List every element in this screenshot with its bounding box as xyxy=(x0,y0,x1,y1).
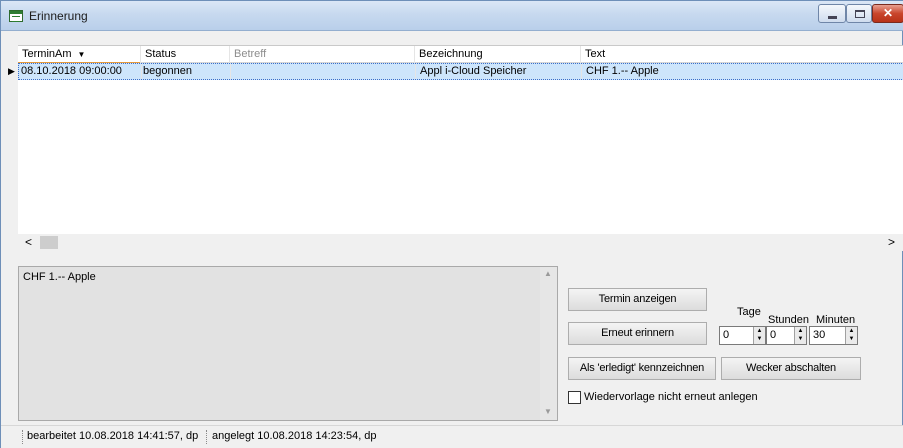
mark-done-button[interactable]: Als 'erledigt' kennzeichnen xyxy=(568,357,716,380)
status-created: angelegt 10.08.2018 14:23:54, dp xyxy=(212,430,377,442)
grid-app-icon xyxy=(9,10,23,22)
cell-text: CHF 1.-- Apple xyxy=(586,65,659,77)
maximize-icon xyxy=(855,10,865,18)
hours-stepper-buttons[interactable]: ▲ ▼ xyxy=(794,327,806,344)
table-header: TerminAm ▼ Status Betreff Bezeichnung Tex… xyxy=(18,46,903,64)
column-header-bezeichnung[interactable]: Bezeichnung xyxy=(415,46,581,63)
window-title: Erinnerung xyxy=(29,9,88,23)
vertical-scrollbar[interactable]: ▲ ▼ xyxy=(540,267,557,420)
cell-terminam: 08.10.2018 09:00:00 xyxy=(19,64,142,79)
spin-up-icon[interactable]: ▲ xyxy=(754,327,765,335)
column-header-terminam[interactable]: TerminAm ▼ xyxy=(18,46,141,64)
details-content: CHF 1.-- Apple xyxy=(23,271,96,283)
status-edited: bearbeitet 10.08.2018 14:41:57, dp xyxy=(27,430,199,442)
minimize-icon xyxy=(828,16,837,19)
reminder-details-text[interactable]: CHF 1.-- Apple ▲ ▼ xyxy=(18,266,558,421)
column-header-label: Betreff xyxy=(234,48,267,60)
column-header-label: TerminAm xyxy=(22,48,72,60)
spin-down-icon[interactable]: ▼ xyxy=(754,335,765,343)
spin-up-icon[interactable]: ▲ xyxy=(795,327,806,335)
minutes-value: 30 xyxy=(813,329,826,341)
column-header-label: Status xyxy=(145,48,177,60)
days-label: Tage xyxy=(737,306,761,318)
horizontal-scrollbar[interactable]: < > xyxy=(18,234,903,251)
scroll-thumb[interactable] xyxy=(40,236,58,249)
no-follow-up-checkbox[interactable] xyxy=(568,391,581,404)
hours-value: 0 xyxy=(770,329,777,341)
sort-descending-icon: ▼ xyxy=(77,50,86,59)
minutes-stepper-buttons[interactable]: ▲ ▼ xyxy=(845,327,857,344)
cell-betreff xyxy=(231,64,416,79)
scroll-left-icon[interactable]: < xyxy=(25,235,32,249)
show-appointment-button[interactable]: Termin anzeigen xyxy=(568,288,707,311)
table-row[interactable]: 08.10.2018 09:00:00 begonnen Appl i-Clou… xyxy=(18,63,903,80)
minutes-stepper[interactable]: 30 ▲ ▼ xyxy=(809,326,858,345)
column-header-text[interactable]: Text xyxy=(581,46,903,63)
status-bar: bearbeitet 10.08.2018 14:41:57, dp angel… xyxy=(1,425,903,448)
column-header-betreff[interactable]: Betreff xyxy=(230,46,415,63)
days-value: 0 xyxy=(723,329,730,341)
maximize-button[interactable] xyxy=(846,4,872,23)
column-header-label: Bezeichnung xyxy=(419,48,483,60)
current-row-icon: ▶ xyxy=(8,66,15,76)
turn-off-alarm-button[interactable]: Wecker abschalten xyxy=(721,357,861,380)
scroll-right-icon[interactable]: > xyxy=(888,235,895,249)
status-separator xyxy=(206,430,207,444)
spin-down-icon[interactable]: ▼ xyxy=(795,335,806,343)
title-bar[interactable]: Erinnerung ✕ xyxy=(1,1,903,31)
hours-stepper[interactable]: 0 ▲ ▼ xyxy=(766,326,807,345)
scroll-up-icon[interactable]: ▲ xyxy=(544,269,552,278)
close-icon: ✕ xyxy=(882,6,894,20)
minutes-label: Minuten xyxy=(816,314,856,326)
scroll-down-icon[interactable]: ▼ xyxy=(544,407,552,416)
cell-bezeichnung: Appl i-Cloud Speicher xyxy=(416,64,582,79)
remind-again-button[interactable]: Erneut erinnern xyxy=(568,322,707,345)
column-header-status[interactable]: Status xyxy=(141,46,230,63)
close-button[interactable]: ✕ xyxy=(872,4,903,23)
spin-down-icon[interactable]: ▼ xyxy=(846,335,857,343)
reminder-window: Erinnerung ✕ ▶ TerminAm ▼ Status Betreff … xyxy=(0,0,903,448)
minimize-button[interactable] xyxy=(818,4,846,23)
status-separator xyxy=(22,430,23,444)
hours-label: Stunden xyxy=(768,314,809,326)
reminder-table: TerminAm ▼ Status Betreff Bezeichnung Tex… xyxy=(18,45,903,251)
spin-up-icon[interactable]: ▲ xyxy=(846,327,857,335)
column-header-label: Text xyxy=(585,48,606,60)
days-stepper[interactable]: 0 ▲ ▼ xyxy=(719,326,766,345)
cell-status: begonnen xyxy=(142,64,231,79)
no-follow-up-label[interactable]: Wiedervorlage nicht erneut anlegen xyxy=(584,391,758,403)
days-stepper-buttons[interactable]: ▲ ▼ xyxy=(753,327,765,344)
